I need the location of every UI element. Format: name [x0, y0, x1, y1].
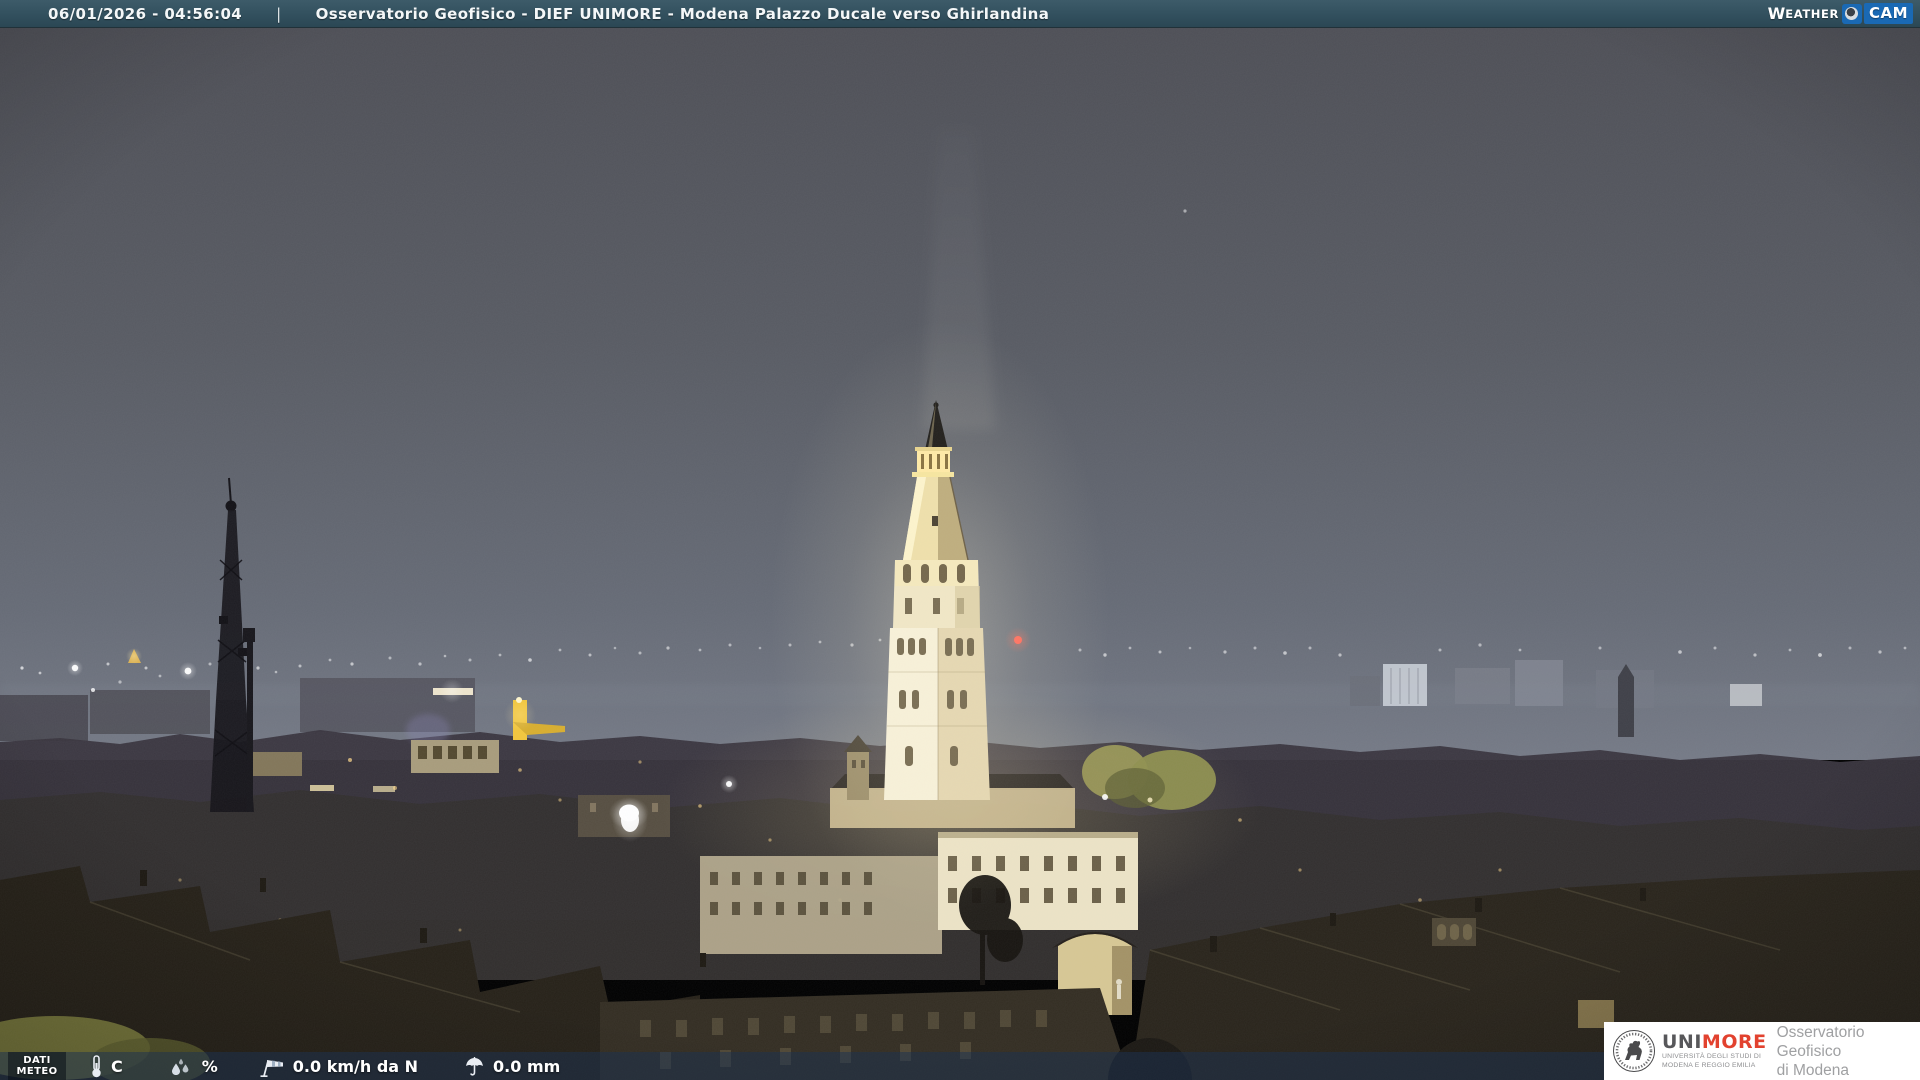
temperature-unit: C — [111, 1056, 123, 1076]
unimore-seal-icon — [1613, 1030, 1655, 1072]
temperature-reading: C — [90, 1054, 123, 1078]
rain-reading: 0.0 mm — [464, 1056, 560, 1077]
thermometer-icon — [92, 1054, 101, 1077]
observatory-name: Osservatorio Geofisico di Modena — [1777, 1023, 1920, 1080]
weathercam-word-rest: EATHER — [1785, 6, 1839, 21]
weathercam-logo: W EATHER CAM — [1768, 2, 1913, 25]
dati-line1: DATI — [23, 1055, 51, 1066]
humidity-icon — [171, 1058, 189, 1075]
vignette — [0, 0, 1920, 1080]
timestamp: 06/01/2026 - 04:56:04 — [48, 4, 243, 23]
webcam-frame: 06/01/2026 - 04:56:04 | Osservatorio Geo… — [0, 0, 1920, 1080]
brand-more: MORE — [1701, 1030, 1767, 1053]
lens-ring — [1845, 7, 1859, 20]
seal-horse-figure — [1625, 1040, 1642, 1060]
cam-wordmark: CAM — [1863, 3, 1913, 24]
dati-meteo-label: DATI METEO — [8, 1052, 66, 1080]
dati-line2: METEO — [16, 1066, 58, 1077]
webcam-photo — [0, 0, 1920, 1080]
wind-value: 0.0 km/h da N — [292, 1056, 419, 1076]
unimore-logo-box: UNIMORE UNIVERSITÀ DEGLI STUDI DI MODENA… — [1604, 1022, 1920, 1080]
brand-subline1: UNIVERSITÀ DEGLI STUDI DI — [1662, 1052, 1762, 1060]
camera-lens-icon — [1841, 3, 1862, 24]
brand-subline2: MODENA E REGGIO EMILIA — [1662, 1061, 1756, 1069]
humidity-unit: % — [201, 1056, 218, 1076]
camera-title: Osservatorio Geofisico - DIEF UNIMORE - … — [315, 4, 1050, 23]
windsock-icon — [260, 1059, 283, 1077]
observatory-line2: di Modena — [1776, 1061, 1849, 1079]
umbrella-icon — [466, 1056, 484, 1076]
wind-reading: 0.0 km/h da N — [258, 1056, 418, 1077]
rain-value: 0.0 mm — [493, 1056, 561, 1076]
header-bar: 06/01/2026 - 04:56:04 | Osservatorio Geo… — [0, 0, 1920, 28]
brand-uni: UNI — [1662, 1030, 1702, 1053]
unimore-brand: UNIMORE UNIVERSITÀ DEGLI STUDI DI MODENA… — [1662, 1030, 1767, 1070]
unimore-wordmark: UNIMORE — [1662, 1030, 1767, 1053]
weathercam-word-initial: W — [1767, 4, 1786, 23]
separator: | — [276, 4, 282, 23]
observatory-line1: Osservatorio Geofisico — [1776, 1023, 1865, 1060]
humidity-reading: % — [169, 1057, 218, 1076]
